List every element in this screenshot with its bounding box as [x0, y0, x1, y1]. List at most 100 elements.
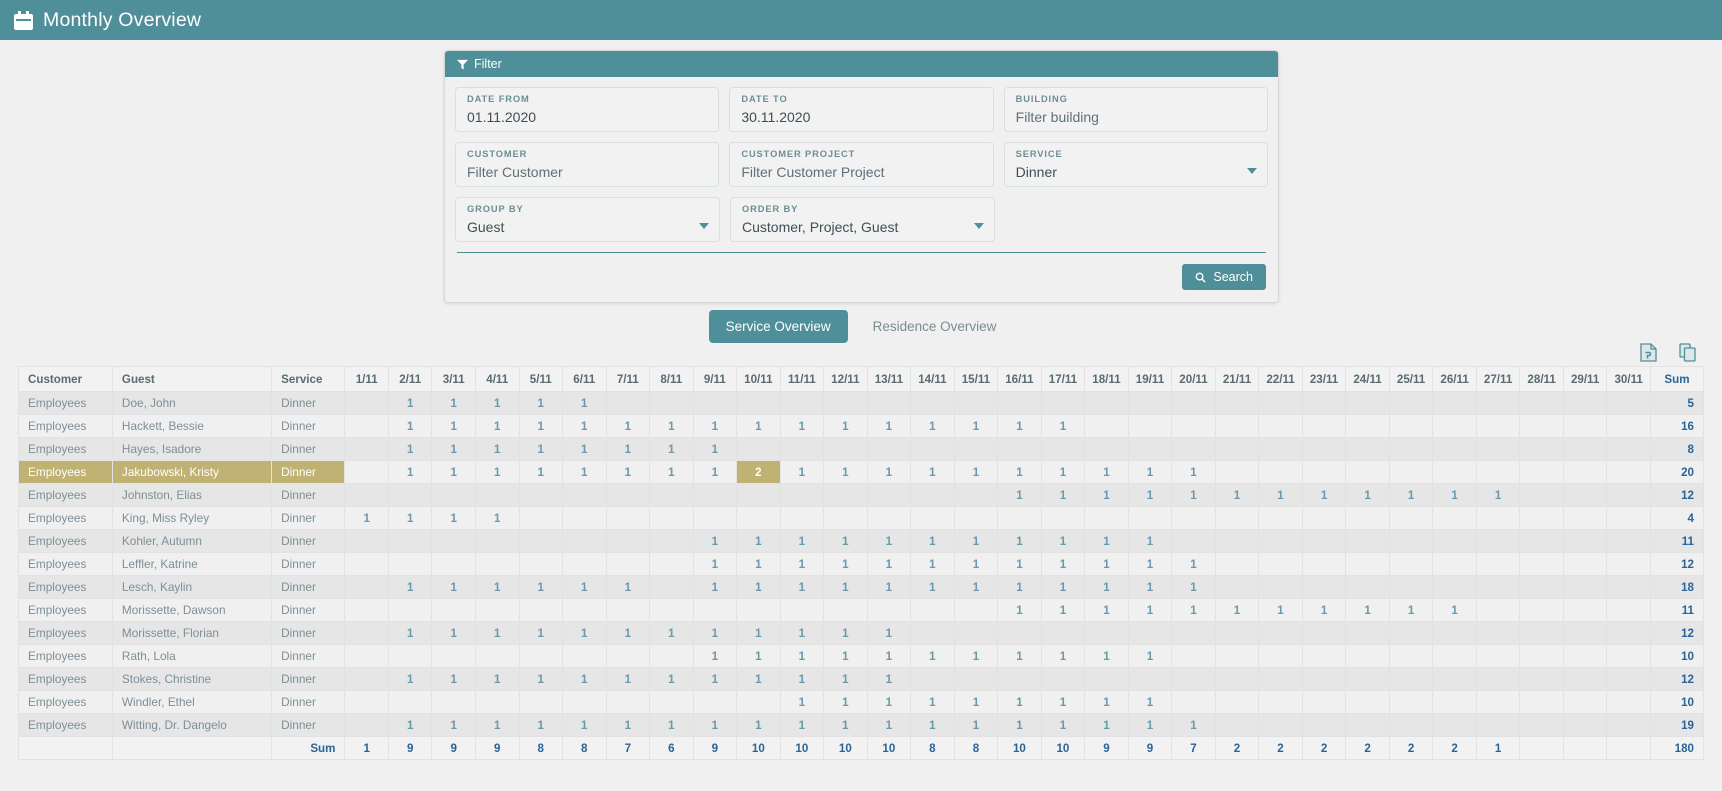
- row-cell-day[interactable]: [1040, 437, 1086, 461]
- building-field[interactable]: BUILDING Filter building: [1003, 87, 1268, 132]
- row-cell-day[interactable]: [1214, 621, 1260, 645]
- row-cell-day[interactable]: 1: [953, 575, 999, 599]
- row-cell-day[interactable]: [1606, 506, 1651, 530]
- row-cell-day[interactable]: [736, 437, 781, 461]
- row-cell-day[interactable]: 1: [387, 667, 433, 691]
- row-cell-day[interactable]: [1562, 713, 1608, 737]
- row-cell-day[interactable]: 1: [474, 575, 520, 599]
- row-cell-day[interactable]: [1301, 667, 1347, 691]
- row-cell-day[interactable]: [1475, 506, 1521, 530]
- row-cell-day[interactable]: [605, 506, 651, 530]
- row-cell-day[interactable]: 1: [1127, 690, 1173, 714]
- row-cell-day[interactable]: [1084, 437, 1129, 461]
- row-cell-day[interactable]: [518, 552, 564, 576]
- export-pdf-icon[interactable]: [1640, 343, 1657, 362]
- row-cell-day[interactable]: 1: [692, 644, 738, 668]
- row-cell-day[interactable]: [1345, 437, 1390, 461]
- row-cell-day[interactable]: 1: [1258, 483, 1303, 507]
- row-cell-day[interactable]: [1345, 575, 1390, 599]
- row-cell-day[interactable]: [1388, 414, 1434, 438]
- row-cell-day[interactable]: 1: [431, 621, 476, 645]
- row-cell-day[interactable]: [1475, 414, 1521, 438]
- row-cell-day[interactable]: 1: [736, 713, 781, 737]
- row-cell-day[interactable]: 1: [910, 460, 955, 484]
- row-cell-day[interactable]: [1171, 437, 1216, 461]
- row-cell-day[interactable]: 1: [910, 644, 955, 668]
- row-cell-day[interactable]: 1: [1084, 690, 1129, 714]
- row-cell-day[interactable]: [1562, 644, 1608, 668]
- row-cell-day[interactable]: [1301, 414, 1347, 438]
- row-cell-day[interactable]: [649, 529, 694, 553]
- row-cell-day[interactable]: [649, 644, 694, 668]
- row-cell-day[interactable]: 1: [779, 414, 825, 438]
- row-cell-day[interactable]: 1: [692, 575, 738, 599]
- row-cell-day[interactable]: [518, 483, 564, 507]
- row-cell-day[interactable]: [344, 483, 389, 507]
- row-cell-day[interactable]: [1388, 506, 1434, 530]
- row-cell-day[interactable]: [1171, 690, 1216, 714]
- row-cell-day[interactable]: [1562, 414, 1608, 438]
- row-cell-day[interactable]: [1345, 713, 1390, 737]
- row-cell-day[interactable]: [1040, 621, 1086, 645]
- col-header-day[interactable]: 20/11: [1171, 366, 1216, 392]
- row-cell-day[interactable]: 1: [1171, 713, 1216, 737]
- row-cell-day[interactable]: [1432, 667, 1477, 691]
- row-cell-day[interactable]: 1: [1171, 598, 1216, 622]
- row-cell-day[interactable]: [649, 575, 694, 599]
- row-cell-day[interactable]: [823, 391, 868, 415]
- row-cell-day[interactable]: [1606, 529, 1651, 553]
- row-cell-day[interactable]: [344, 644, 389, 668]
- row-cell-day[interactable]: [1606, 644, 1651, 668]
- row-cell-day[interactable]: [1432, 575, 1477, 599]
- row-cell-day[interactable]: [1258, 460, 1303, 484]
- row-cell-day[interactable]: 1: [910, 575, 955, 599]
- row-cell-day[interactable]: 1: [1171, 460, 1216, 484]
- row-cell-day[interactable]: 2: [736, 460, 781, 484]
- row-cell-day[interactable]: 1: [605, 575, 651, 599]
- tab-service-overview[interactable]: Service Overview: [708, 310, 848, 343]
- date-to-field[interactable]: DATE TO 30.11.2020: [729, 87, 994, 132]
- row-cell-day[interactable]: [431, 598, 476, 622]
- row-cell-day[interactable]: [1301, 506, 1347, 530]
- row-cell-day[interactable]: 1: [518, 621, 564, 645]
- row-cell-day[interactable]: [1562, 391, 1608, 415]
- row-cell-day[interactable]: 1: [779, 644, 825, 668]
- row-cell-day[interactable]: [1432, 621, 1477, 645]
- row-cell-day[interactable]: 1: [866, 713, 912, 737]
- row-cell-day[interactable]: [910, 506, 955, 530]
- row-cell-day[interactable]: [518, 598, 564, 622]
- row-cell-day[interactable]: [1475, 644, 1521, 668]
- row-cell-day[interactable]: 1: [518, 575, 564, 599]
- row-cell-day[interactable]: 1: [387, 437, 433, 461]
- row-cell-day[interactable]: 1: [431, 506, 476, 530]
- row-cell-day[interactable]: [1432, 552, 1477, 576]
- row-cell-day[interactable]: 1: [692, 667, 738, 691]
- row-cell-day[interactable]: [1171, 667, 1216, 691]
- row-cell-day[interactable]: [605, 529, 651, 553]
- row-cell-day[interactable]: [1562, 621, 1608, 645]
- row-cell-day[interactable]: [1084, 391, 1129, 415]
- row-cell-day[interactable]: [1214, 644, 1260, 668]
- row-cell-day[interactable]: 1: [736, 575, 781, 599]
- row-cell-day[interactable]: [953, 483, 999, 507]
- row-cell-day[interactable]: 1: [953, 552, 999, 576]
- row-cell-day[interactable]: 1: [1084, 575, 1129, 599]
- row-cell-day[interactable]: [1562, 667, 1608, 691]
- row-cell-day[interactable]: 1: [1040, 483, 1086, 507]
- row-cell-day[interactable]: 1: [953, 529, 999, 553]
- row-cell-day[interactable]: [1475, 621, 1521, 645]
- col-header-day[interactable]: 29/11: [1562, 366, 1608, 392]
- row-cell-day[interactable]: [1345, 460, 1390, 484]
- row-cell-day[interactable]: 1: [1127, 460, 1173, 484]
- row-cell-day[interactable]: [1214, 713, 1260, 737]
- row-cell-day[interactable]: [1171, 414, 1216, 438]
- row-cell-day[interactable]: 1: [866, 460, 912, 484]
- row-cell-day[interactable]: 1: [692, 437, 738, 461]
- row-cell-day[interactable]: 1: [1084, 552, 1129, 576]
- row-cell-day[interactable]: [1562, 506, 1608, 530]
- row-cell-day[interactable]: [1475, 552, 1521, 576]
- row-cell-day[interactable]: 1: [1301, 598, 1347, 622]
- row-cell-day[interactable]: 1: [474, 437, 520, 461]
- col-header-day[interactable]: 14/11: [910, 366, 955, 392]
- row-cell-day[interactable]: 1: [736, 414, 781, 438]
